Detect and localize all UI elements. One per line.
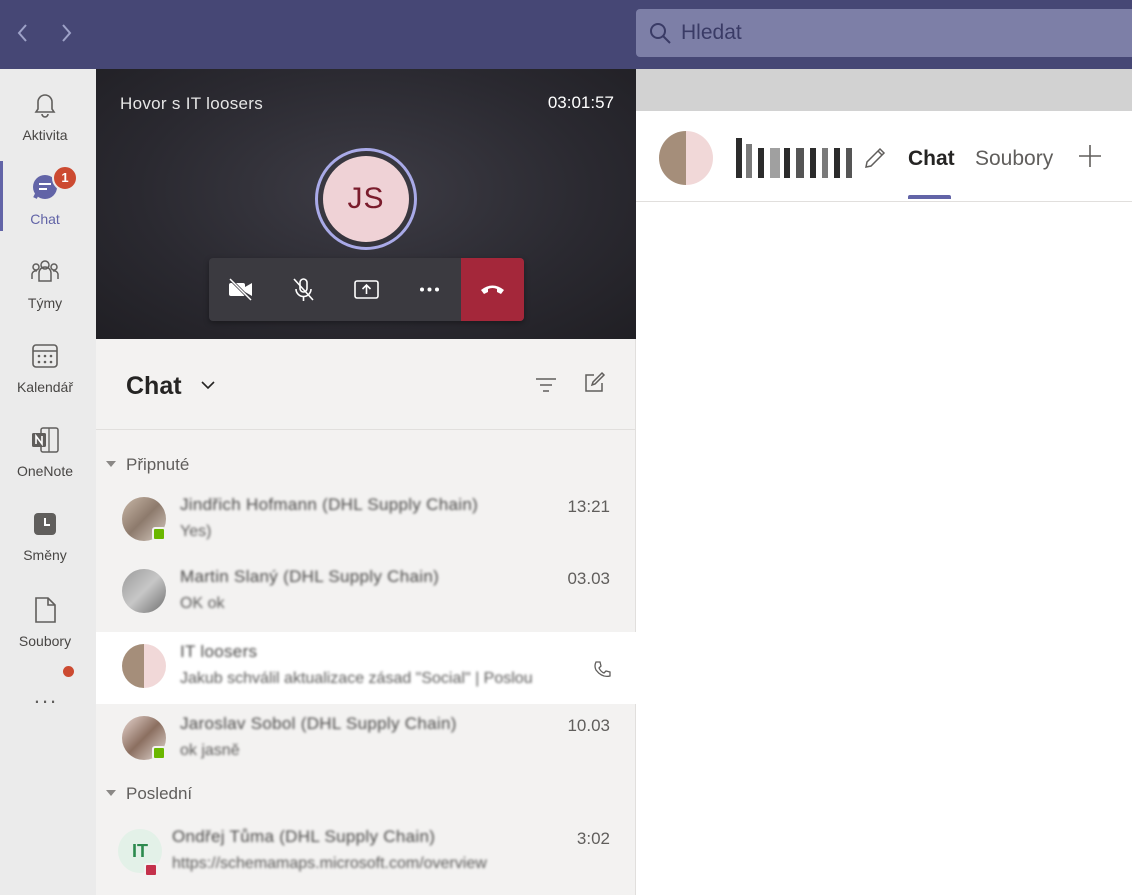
rail-label: Kalendář (16, 379, 74, 395)
chevron-down-icon[interactable] (200, 377, 216, 393)
chat-row[interactable]: IT Ondřej Tůma (DHL Supply Chain) https:… (96, 817, 636, 889)
search-input[interactable]: Hledat (636, 9, 1132, 57)
call-controls (209, 258, 524, 321)
back-arrow-icon[interactable] (11, 20, 35, 46)
rail-label: Směny (23, 547, 67, 563)
chat-name: IT loosers (180, 642, 258, 661)
title-bar: Hledat (0, 0, 1132, 69)
chat-preview: OK ok (180, 595, 225, 612)
chat-name: Jaroslav Sobol (DHL Supply Chain) (180, 714, 457, 733)
call-avatar-ring: JS (315, 148, 417, 250)
conversation-pane: Chat Soubory (636, 69, 1132, 895)
chat-preview: ok jasně (180, 742, 240, 759)
chat-row[interactable]: Martin Slaný (DHL Supply Chain) OK ok 03… (96, 557, 636, 629)
mic-off-icon (293, 278, 314, 301)
app-bar: Aktivita 1 Chat Týmy Kalendář OneNote Sm… (0, 69, 96, 895)
status-available-icon (152, 527, 166, 541)
bell-icon (34, 94, 56, 118)
camera-off-icon (228, 277, 253, 302)
rail-label: Aktivita (22, 127, 68, 143)
camera-toggle-button[interactable] (209, 258, 272, 321)
rail-label: OneNote (16, 463, 74, 479)
call-timer: 03:01:57 (547, 93, 614, 112)
clock-icon (34, 513, 56, 535)
section-label: Poslední (126, 784, 193, 803)
conversation-header: Chat Soubory (636, 111, 1132, 202)
chat-preview: https://schemamaps.microsoft.com/overvie… (172, 855, 487, 872)
rail-label: Týmy (27, 295, 63, 311)
section-pinned[interactable]: Připnuté (106, 455, 189, 475)
onenote-icon (32, 427, 59, 453)
rail-item-teams[interactable]: Týmy (0, 245, 96, 325)
chat-list-title: Chat (126, 372, 182, 400)
status-available-icon (152, 746, 166, 760)
chat-row[interactable]: Jaroslav Sobol (DHL Supply Chain) ok jas… (96, 704, 636, 776)
notification-dot (63, 666, 74, 677)
chat-name: Ondřej Tůma (DHL Supply Chain) (172, 827, 436, 846)
rail-item-activity[interactable]: Aktivita (0, 77, 96, 157)
mute-toggle-button[interactable] (272, 258, 335, 321)
filter-icon[interactable] (534, 373, 558, 397)
file-icon (35, 597, 56, 623)
rail-label: Chat (30, 211, 60, 227)
chat-preview: Yes) (180, 523, 212, 540)
share-screen-button[interactable] (335, 258, 398, 321)
teams-icon (31, 260, 59, 282)
group-avatar (122, 644, 166, 688)
rail-item-calendar[interactable]: Kalendář (0, 329, 96, 409)
rail-item-shifts[interactable]: Směny (0, 497, 96, 577)
chat-time: 13:21 (567, 497, 610, 516)
chat-row[interactable]: Jindřich Hofmann (DHL Supply Chain) Yes)… (96, 485, 636, 557)
add-tab-icon[interactable] (1076, 142, 1104, 170)
active-tab-indicator (908, 195, 951, 199)
collapse-triangle-icon (106, 789, 116, 796)
chat-time: 3:02 (576, 829, 610, 848)
more-actions-button[interactable] (398, 258, 461, 321)
forward-arrow-icon[interactable] (54, 20, 78, 46)
chat-name: Jindřich Hofmann (DHL Supply Chain) (180, 495, 479, 514)
avatar (122, 569, 166, 613)
section-recent[interactable]: Poslední (106, 784, 192, 804)
chat-list-header: Chat (96, 339, 636, 430)
more-apps-icon[interactable]: ... (26, 683, 66, 708)
tab-chat[interactable]: Chat (908, 147, 955, 171)
share-screen-icon (354, 280, 379, 299)
call-avatar: JS (323, 156, 409, 242)
rail-item-onenote[interactable]: OneNote (0, 413, 96, 493)
rail-label: Soubory (18, 633, 72, 649)
redacted-group-name (736, 138, 852, 178)
collapse-triangle-icon (106, 460, 116, 467)
chat-preview: Jakub schválil aktualizace zásad "Social… (180, 670, 533, 687)
pencil-icon[interactable] (862, 145, 888, 171)
hang-up-button[interactable] (461, 258, 524, 321)
unread-badge: 1 (52, 165, 78, 191)
rail-item-chat[interactable]: 1 Chat (0, 161, 96, 241)
chat-time: 10.03 (567, 716, 610, 735)
rail-item-files[interactable]: Soubory (0, 583, 96, 663)
tab-files[interactable]: Soubory (975, 147, 1053, 171)
group-avatar (659, 131, 713, 185)
call-title: Hovor s IT loosers (120, 94, 264, 113)
call-banner-strip (636, 69, 1132, 111)
hang-up-icon (481, 285, 504, 294)
calendar-icon (32, 344, 58, 368)
chat-time: 03.03 (567, 569, 610, 588)
compose-icon[interactable] (582, 371, 606, 395)
chat-row-selected[interactable]: IT loosers Jakub schválil aktualizace zá… (96, 632, 636, 704)
chat-list-panel: Chat Připnuté Jindřich Hofmann (DHL Supp… (96, 339, 636, 895)
chat-name: Martin Slaný (DHL Supply Chain) (180, 567, 440, 586)
status-busy-icon (144, 863, 158, 877)
more-icon (420, 287, 439, 292)
search-icon (650, 23, 671, 44)
search-placeholder: Hledat (681, 21, 742, 44)
phone-icon (594, 661, 611, 678)
section-label: Připnuté (126, 455, 190, 474)
call-panel: Hovor s IT loosers 03:01:57 JS (96, 69, 636, 339)
